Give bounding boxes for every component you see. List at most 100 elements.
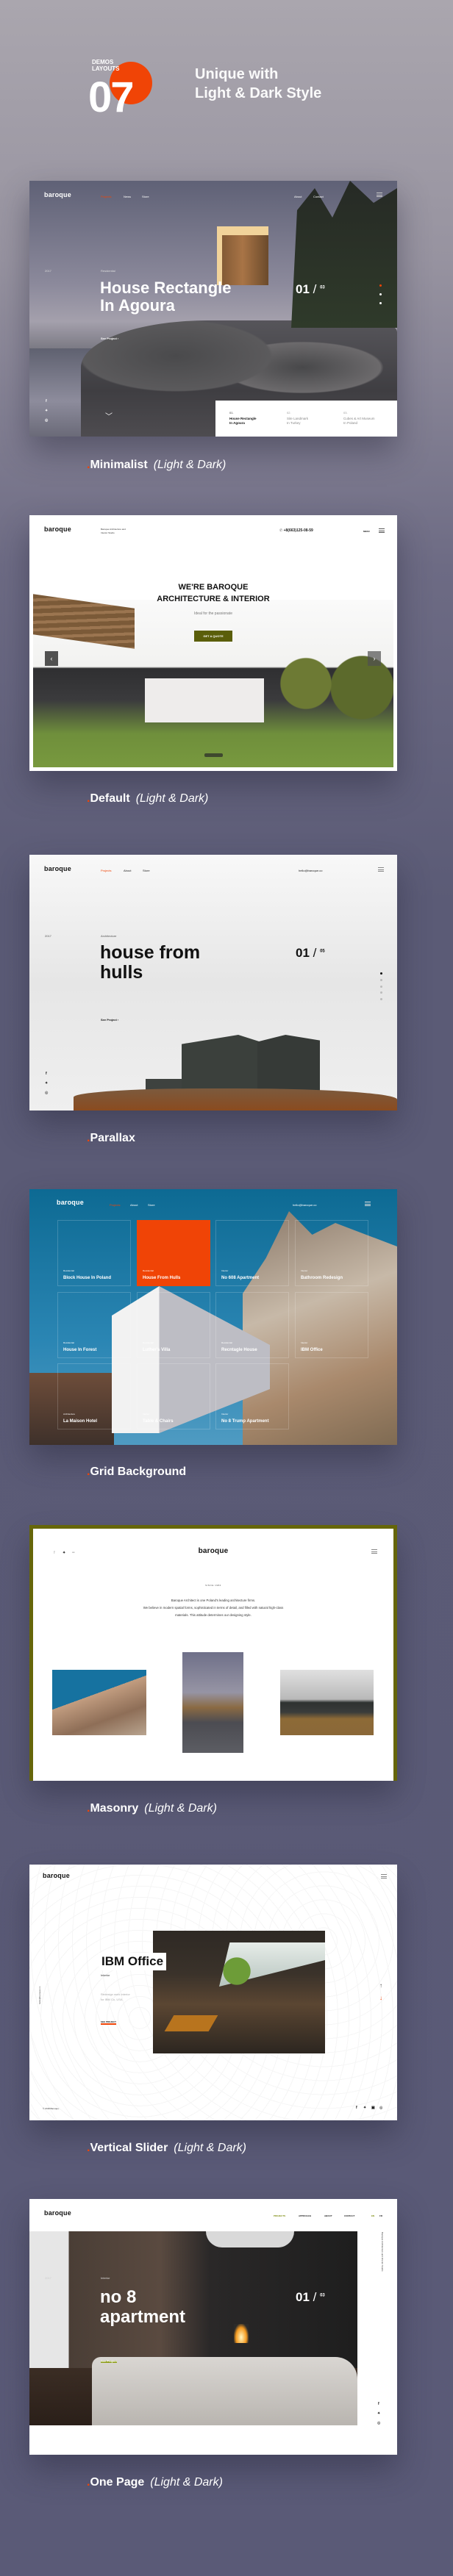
nav-approach[interactable]: APPROACH bbox=[299, 2214, 311, 2217]
demo-vertical-slider-screenshot[interactable]: baroque IBM Office Interior Redesign wor… bbox=[29, 1865, 397, 2120]
twitter-icon[interactable]: ✦ bbox=[377, 2411, 380, 2416]
slider-pagination[interactable] bbox=[204, 753, 223, 757]
facebook-icon[interactable]: f bbox=[46, 1072, 47, 1076]
facebook-icon[interactable]: f bbox=[378, 2402, 379, 2406]
email-link[interactable]: hello@baroque.co bbox=[299, 869, 323, 872]
grid-project-cell[interactable]: Residential House From Hulls bbox=[137, 1220, 210, 1286]
grid-project-cell[interactable]: Residential Recntagle House bbox=[215, 1292, 289, 1358]
lang-fr[interactable]: FR bbox=[379, 2214, 382, 2217]
logo[interactable]: baroque bbox=[44, 2209, 71, 2217]
email-vertical[interactable]: hello@baroque.co bbox=[38, 1987, 41, 2004]
demo-default-screenshot[interactable]: baroque Baroque Architecture and Interior… bbox=[29, 515, 397, 771]
phone[interactable]: ✆ +8(663)125-08-59 bbox=[279, 528, 313, 533]
slide-counter: 01 / 05 bbox=[296, 946, 325, 960]
slide-dot[interactable] bbox=[380, 986, 382, 988]
arrow-down-icon[interactable]: ↓ bbox=[379, 1995, 382, 2001]
nav-about[interactable]: ABOUT bbox=[324, 2214, 332, 2217]
slide-dot[interactable] bbox=[380, 998, 382, 1000]
cell-category: Residential bbox=[63, 1341, 74, 1344]
cell-category: Interior bbox=[143, 1413, 150, 1416]
grid-project-cell[interactable]: Architecture La Maison Hotel bbox=[57, 1363, 131, 1429]
nav-store[interactable]: Store bbox=[148, 1203, 155, 1207]
see-project-link[interactable]: See Project › bbox=[101, 337, 118, 340]
nav-projects[interactable]: Projects bbox=[101, 869, 111, 872]
facebook-icon[interactable]: f bbox=[356, 2106, 357, 2110]
logo[interactable]: baroque bbox=[44, 865, 71, 872]
demo-minimalist-screenshot[interactable]: baroque Projects News Store About Contac… bbox=[29, 181, 397, 437]
scroll-down-chevron-icon[interactable]: ﹀ bbox=[105, 410, 113, 421]
menu-icon[interactable] bbox=[371, 1549, 377, 1554]
nav-contact[interactable]: Contact bbox=[313, 195, 324, 198]
lang-en[interactable]: EN bbox=[371, 2214, 374, 2217]
dribbble-icon[interactable]: ◎ bbox=[45, 418, 48, 423]
slide-item[interactable]: Site Landmark In Turkey bbox=[287, 417, 308, 426]
grid-project-cell[interactable]: Interior Table & Chairs bbox=[137, 1363, 210, 1429]
next-arrow-icon[interactable]: › bbox=[368, 651, 381, 666]
instagram-icon[interactable]: ▣ bbox=[371, 2106, 375, 2110]
nav-projects[interactable]: Projects bbox=[110, 1203, 120, 1207]
grid-project-cell[interactable]: Interior Bathroom Redesign bbox=[295, 1220, 368, 1286]
grid-project-cell[interactable]: Residential Luther's Villa bbox=[137, 1292, 210, 1358]
project-image-house-rectangle[interactable] bbox=[182, 1652, 243, 1753]
demo-masonry-screenshot[interactable]: f ✦ •• baroque SINCE 1984 Baroque Archit… bbox=[29, 1525, 397, 1781]
slide-dot[interactable] bbox=[380, 991, 382, 994]
demo-parallax-screenshot[interactable]: baroque Projects About Store hello@baroq… bbox=[29, 855, 397, 1111]
twitter-icon[interactable]: ✦ bbox=[363, 2106, 366, 2110]
logo[interactable]: baroque bbox=[44, 191, 71, 198]
demo-label-vertical-slider: .Vertical Slider (Light & Dark) bbox=[87, 2142, 246, 2154]
email-link[interactable]: hello@baroque.co bbox=[293, 1203, 317, 1207]
nav-about[interactable]: About bbox=[130, 1203, 138, 1207]
fireplace bbox=[234, 2324, 249, 2343]
nav-projects[interactable]: Projects bbox=[101, 195, 111, 198]
logo[interactable]: baroque bbox=[44, 525, 71, 533]
slide-dot[interactable] bbox=[379, 302, 382, 304]
dribbble-icon[interactable]: ◎ bbox=[45, 1091, 48, 1095]
nav-contact[interactable]: CONTACT bbox=[344, 2214, 354, 2217]
dribbble-icon[interactable]: ◎ bbox=[377, 2421, 380, 2425]
see-project-link[interactable]: See Project bbox=[101, 2359, 117, 2363]
nav-store[interactable]: Store bbox=[143, 869, 150, 872]
logo[interactable]: baroque bbox=[43, 1872, 70, 1879]
slide-dot-active[interactable] bbox=[380, 972, 382, 975]
see-project-link[interactable]: See Project › bbox=[101, 1018, 118, 1022]
logo[interactable]: baroque bbox=[33, 1547, 393, 1555]
slide-dot[interactable] bbox=[380, 979, 382, 981]
dribbble-icon[interactable]: ◎ bbox=[379, 2106, 382, 2110]
grid-project-cell[interactable]: Residential Block House In Poland bbox=[57, 1220, 131, 1286]
demo-grid-background-screenshot[interactable]: baroque Projects About Store hello@baroq… bbox=[29, 1189, 397, 1445]
demos-layouts-label: DEMOS LAYOUTS bbox=[92, 59, 120, 72]
menu-icon[interactable] bbox=[365, 1202, 371, 1206]
twitter-icon[interactable]: ✦ bbox=[45, 409, 48, 413]
slide-dot-active[interactable] bbox=[379, 284, 382, 287]
logo[interactable]: baroque bbox=[57, 1199, 84, 1206]
grid-project-cell[interactable]: Interior No 608 Apartment bbox=[215, 1220, 289, 1286]
twitter-icon[interactable]: ✦ bbox=[45, 1081, 48, 1086]
menu-icon[interactable] bbox=[377, 193, 382, 197]
nav-about[interactable]: About bbox=[124, 869, 131, 872]
project-image-house-from-hulls[interactable] bbox=[280, 1670, 374, 1735]
slides-panel: 01. House Rectangle In Agoura 02. Site La… bbox=[215, 401, 397, 437]
nav-projects[interactable]: PROJECTS bbox=[274, 2214, 285, 2217]
nav-about[interactable]: About bbox=[294, 195, 302, 198]
nav-store[interactable]: Store bbox=[142, 195, 149, 198]
slide-item[interactable]: Cubes & Art Museum In Poland bbox=[343, 417, 375, 426]
get-a-quote-button[interactable]: GET A QUOTE bbox=[194, 631, 232, 642]
grid-project-cell[interactable]: Interior No 8 Trump Apartment bbox=[215, 1363, 289, 1429]
project-image-white-house[interactable] bbox=[52, 1670, 146, 1735]
demo-one-page-screenshot[interactable]: baroque PROJECTS APPROACH ABOUT CONTACT … bbox=[29, 2199, 397, 2455]
see-project-link[interactable]: SEE PROJECT bbox=[101, 2020, 117, 2025]
menu-label[interactable]: MENU bbox=[363, 530, 370, 533]
slide-item-active[interactable]: House Rectangle In Agoura bbox=[229, 417, 257, 426]
grid-project-cell[interactable]: Interior IBM Office bbox=[295, 1292, 368, 1358]
prev-arrow-icon[interactable]: ‹ bbox=[45, 651, 58, 666]
slide-dot[interactable] bbox=[379, 293, 382, 295]
menu-icon[interactable] bbox=[379, 528, 385, 533]
nav-news[interactable]: News bbox=[124, 195, 131, 198]
arrow-up-icon[interactable]: ↑ bbox=[379, 1982, 382, 1989]
demo-label-parallax: .Parallax bbox=[87, 1132, 135, 1144]
grid-project-cell[interactable]: Residential House In Forest bbox=[57, 1292, 131, 1358]
demo-label-minimalist: .Minimalist (Light & Dark) bbox=[87, 459, 226, 471]
menu-icon[interactable] bbox=[378, 867, 384, 872]
menu-icon[interactable] bbox=[381, 1874, 387, 1879]
facebook-icon[interactable]: f bbox=[46, 399, 47, 403]
